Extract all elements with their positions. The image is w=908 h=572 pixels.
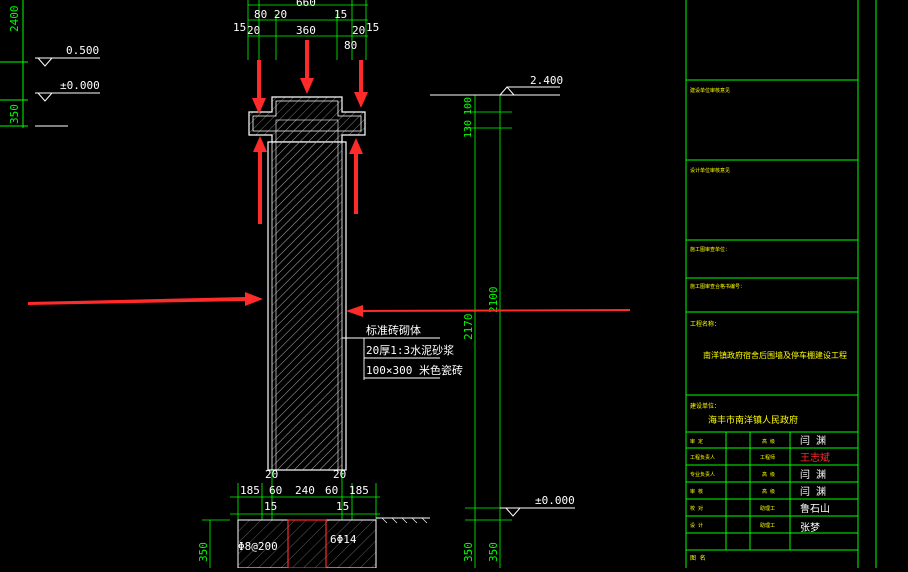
right-dim-130: 130 (463, 120, 474, 138)
dim-20-left: 20 (247, 24, 260, 37)
dim-80-20: 80 20 (254, 8, 287, 21)
footing-dim-15-right: 15 (336, 500, 349, 513)
tb-client-name: 海丰市南洋镇人民政府 (708, 414, 798, 426)
note-brick-masonry: 标准砖砌体 (366, 323, 421, 337)
dim-660: 660 (296, 0, 316, 9)
dim-360: 360 (296, 24, 316, 37)
tb-title-2: 高 级 (762, 471, 775, 478)
tb-title-3: 高 级 (762, 488, 775, 495)
tb-client-review: 建设单位审核意见 (690, 87, 730, 94)
arrow-down-center (300, 40, 314, 94)
left-footing-dim-350: 350 (197, 542, 210, 562)
dim-15-right: 15 (366, 21, 379, 34)
footing-dim-15-left: 15 (264, 500, 277, 513)
arrow-down-right (354, 60, 368, 108)
dim-15-top: 15 (334, 8, 347, 21)
footing-dim-185-right: 185 (349, 484, 369, 497)
tb-sign-2: 闫 渊 (800, 468, 826, 481)
cad-drawing-canvas[interactable]: 2400 0.500 ±0.000 350 660 80 20 15 15 20… (0, 0, 908, 569)
tb-review-cert: 施工图审查合格书编号： (690, 283, 745, 290)
drawing-svg: 2400 0.500 ±0.000 350 660 80 20 15 15 20… (0, 0, 877, 569)
tb-project-label: 工程名称： (690, 320, 720, 328)
right-dim-350-b: 350 (487, 542, 500, 562)
footing-dim-240: 240 (295, 484, 315, 497)
tb-title-4: 助理工 (760, 505, 775, 512)
tb-title-0: 高 级 (762, 438, 775, 445)
tb-client-label: 建设单位： (690, 402, 720, 410)
tb-drawing-name-label: 图 名 (690, 554, 706, 562)
tb-role-4: 校 对 (690, 505, 703, 512)
footing-dim-60-right: 60 (325, 484, 338, 497)
left-level-0000: ±0.000 (60, 79, 100, 92)
right-dim-100: 100 (463, 97, 474, 115)
tb-sign-4: 鲁石山 (800, 502, 830, 515)
right-dim-350-a: 350 (462, 542, 475, 562)
footing-dim-185-left: 185 (240, 484, 260, 497)
right-dim-2100: 2100 (487, 287, 500, 314)
right-level-marks (430, 86, 575, 517)
left-dim-350: 350 (8, 104, 21, 124)
tb-sign-5: 张梦 (800, 522, 820, 534)
note-cement-mortar: 20厚1:3水泥砂浆 (366, 343, 454, 357)
tb-roles: 审 定 高 级 闫 渊 工程负责人 工程师 王志斌 专业负责人 高 级 闫 渊 … (690, 434, 830, 534)
footing-dim-60-left: 60 (269, 484, 282, 497)
tb-role-3: 审 核 (690, 488, 703, 495)
right-dim-2170: 2170 (462, 314, 475, 341)
tb-title-1: 工程师 (760, 454, 775, 461)
right-level-2400: 2.400 (530, 74, 563, 87)
arrow-up-left (253, 136, 267, 224)
tb-sign-1: 王志斌 (800, 451, 830, 464)
tb-role-1: 工程负责人 (690, 454, 715, 461)
tb-design-review: 设计单位审核意见 (690, 167, 730, 174)
tb-project-name: 南洋镇政府宿舍后围墙及停车棚建设工程 (703, 350, 847, 360)
tb-title-5: 助理工 (760, 522, 775, 529)
footing-dim-20-right: 20 (333, 468, 346, 481)
dim-80-right: 80 (344, 39, 357, 52)
tb-sign-3: 闫 渊 (800, 485, 826, 498)
rebar-stirrup-label: Φ8@200 (238, 540, 278, 553)
dim-15-left: 15 (233, 21, 246, 34)
note-tiles: 100×300 米色瓷砖 (366, 363, 463, 377)
arrow-up-right (349, 138, 363, 214)
tb-sign-0: 闫 渊 (800, 434, 826, 447)
tb-role-0: 审 定 (690, 438, 703, 445)
tb-role-5: 设 计 (690, 522, 703, 529)
right-level-0000: ±0.000 (535, 494, 575, 507)
left-dim-2400: 2400 (8, 6, 21, 33)
dim-20-right: 20 (352, 24, 365, 37)
tb-review-unit: 施工图审查单位： (690, 246, 730, 253)
tb-role-2: 专业负责人 (690, 471, 715, 478)
arrow-down-left (252, 60, 266, 114)
left-level-0500: 0.500 (66, 44, 99, 57)
footing-dim-20-left: 20 (265, 468, 278, 481)
arrow-right-left-side (28, 292, 263, 306)
rebar-main-label: 6Φ14 (330, 533, 357, 546)
